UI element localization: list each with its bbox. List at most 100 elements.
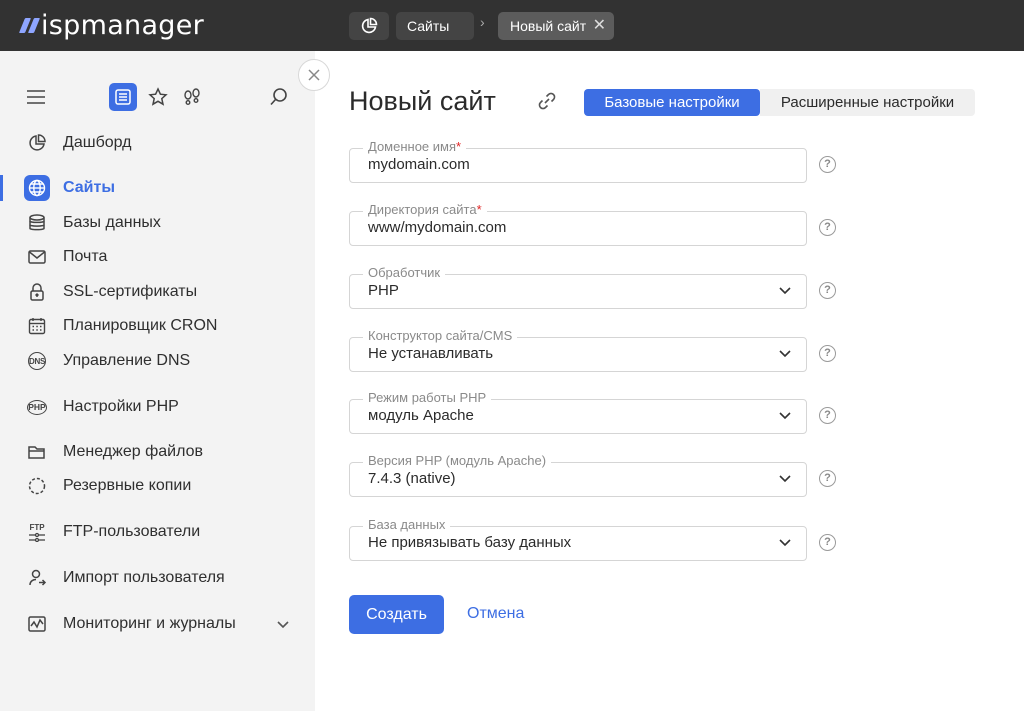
sidebar-item-php[interactable]: PHP Настройки PHP — [0, 392, 315, 422]
field-label: Режим работы PHP — [363, 390, 492, 405]
field-label: Обработчик — [363, 265, 446, 280]
mail-icon — [24, 244, 50, 270]
chevron-down-icon — [779, 287, 791, 295]
sidebar-item-mail[interactable]: Почта — [0, 242, 315, 272]
logo-text: ispmanager — [41, 9, 205, 41]
tab-basic-settings[interactable]: Базовые настройки — [584, 89, 760, 116]
settings-tabs: Базовые настройки Расширенные настройки — [584, 89, 975, 116]
calendar-icon — [24, 313, 50, 339]
top-bar: ispmanager Сайты › Новый сайт ✕ — [0, 0, 1024, 51]
sidebar-item-label: Базы данных — [63, 214, 161, 231]
help-icon[interactable]: ? — [819, 345, 836, 362]
sidebar-item-label: Управление DNS — [63, 352, 191, 369]
field-label: Директория сайта* — [363, 202, 487, 217]
field-label: Версия PHP (модуль Apache) — [363, 453, 552, 468]
create-button[interactable]: Создать — [349, 595, 444, 634]
logo[interactable]: ispmanager — [18, 8, 205, 42]
sidebar-item-label: Менеджер файлов — [63, 443, 203, 460]
sidebar-item-label: Импорт пользователя — [63, 569, 225, 586]
help-icon[interactable]: ? — [819, 407, 836, 424]
chevron-down-icon — [779, 412, 791, 420]
sidebar-item-user-import[interactable]: Импорт пользователя — [0, 563, 315, 593]
dashboard-shortcut-button[interactable] — [349, 12, 389, 40]
cancel-button[interactable]: Отмена — [467, 605, 524, 623]
dns-icon: DNS — [24, 348, 50, 374]
help-icon[interactable]: ? — [819, 219, 836, 236]
help-icon[interactable]: ? — [819, 534, 836, 551]
sidebar-item-label: SSL-сертификаты — [63, 283, 198, 300]
sidebar-item-ftp[interactable]: FTP FTP-пользователи — [0, 517, 315, 547]
sidebar-item-dashboard[interactable]: Дашборд — [0, 128, 315, 158]
domain-name-field[interactable]: Доменное имя* mydomain.com — [349, 139, 807, 183]
pie-chart-icon — [361, 17, 378, 34]
list-icon[interactable] — [109, 83, 137, 111]
field-label-text: Доменное имя — [368, 139, 457, 154]
star-icon[interactable] — [148, 87, 168, 107]
sidebar-item-label: Настройки PHP — [63, 398, 179, 415]
link-icon[interactable] — [536, 90, 558, 117]
chevron-down-icon — [779, 475, 791, 483]
backup-icon — [24, 473, 50, 499]
pie-chart-icon — [24, 130, 50, 156]
ftp-glyph: FTP — [29, 522, 45, 532]
sidebar-item-backups[interactable]: Резервные копии — [0, 471, 315, 501]
menu-icon[interactable] — [26, 89, 46, 105]
sidebar-item-label: Дашборд — [63, 134, 132, 151]
sidebar-item-file-manager[interactable]: Менеджер файлов — [0, 437, 315, 467]
php-icon: PHP — [24, 394, 50, 420]
cms-select[interactable]: Конструктор сайта/CMS Не устанавливать — [349, 328, 807, 372]
required-mark: * — [476, 202, 482, 217]
footprints-icon[interactable] — [182, 87, 202, 107]
search-icon[interactable] — [269, 87, 289, 107]
chevron-down-icon[interactable] — [276, 617, 290, 635]
tab-new-site-label: Новый сайт — [510, 18, 587, 34]
tab-advanced-settings[interactable]: Расширенные настройки — [760, 89, 975, 116]
help-icon[interactable]: ? — [819, 156, 836, 173]
lock-icon — [24, 279, 50, 305]
sidebar-item-sites[interactable]: Сайты — [0, 173, 315, 203]
sidebar-item-label: Сайты — [63, 179, 115, 196]
required-mark: * — [456, 139, 462, 154]
field-label: Доменное имя* — [363, 139, 467, 154]
sidebar-item-ssl[interactable]: SSL-сертификаты — [0, 277, 315, 307]
chevron-down-icon — [779, 350, 791, 358]
handler-select[interactable]: Обработчик PHP — [349, 265, 807, 309]
help-icon[interactable]: ? — [819, 282, 836, 299]
dns-glyph: DNS — [28, 352, 46, 370]
breadcrumb-separator: › — [480, 14, 485, 30]
close-icon — [308, 69, 320, 81]
field-value: PHP — [368, 282, 399, 299]
site-directory-field[interactable]: Директория сайта* www/mydomain.com — [349, 202, 807, 246]
user-import-icon — [24, 565, 50, 591]
field-value: модуль Apache — [368, 407, 474, 424]
database-icon — [24, 210, 50, 236]
page-title: Новый сайт — [349, 86, 496, 116]
field-label-text: Директория сайта — [368, 202, 477, 217]
database-select[interactable]: База данных Не привязывать базу данных — [349, 517, 807, 561]
sidebar-item-cron[interactable]: Планировщик CRON — [0, 311, 315, 341]
sidebar-item-label: Почта — [63, 248, 108, 265]
sidebar-item-monitoring[interactable]: Мониторинг и журналы — [0, 609, 315, 639]
field-value: 7.4.3 (native) — [368, 470, 456, 487]
tab-new-site[interactable]: Новый сайт ✕ — [498, 12, 614, 40]
php-glyph: PHP — [27, 399, 47, 415]
sidebar-item-label: Планировщик CRON — [63, 317, 218, 334]
php-version-select[interactable]: Версия PHP (модуль Apache) 7.4.3 (native… — [349, 453, 807, 497]
sidebar-item-dns[interactable]: DNS Управление DNS — [0, 346, 315, 376]
field-label: Конструктор сайта/CMS — [363, 328, 518, 343]
field-value: Не привязывать базу данных — [368, 534, 572, 551]
field-label: База данных — [363, 517, 451, 532]
sidebar-toolbar — [0, 83, 315, 113]
ftp-icon: FTP — [24, 519, 50, 545]
sidebar-item-databases[interactable]: Базы данных — [0, 208, 315, 238]
sidebar-item-label: Мониторинг и журналы — [63, 615, 236, 632]
chevron-down-icon — [779, 539, 791, 547]
close-icon[interactable]: ✕ — [593, 12, 606, 40]
field-value: www/mydomain.com — [368, 219, 507, 236]
php-mode-select[interactable]: Режим работы PHP модуль Apache — [349, 390, 807, 434]
sidebar-collapse-button[interactable] — [298, 59, 330, 91]
folder-icon — [24, 439, 50, 465]
help-icon[interactable]: ? — [819, 470, 836, 487]
breadcrumb-sites[interactable]: Сайты — [396, 12, 474, 40]
monitoring-icon — [24, 611, 50, 637]
